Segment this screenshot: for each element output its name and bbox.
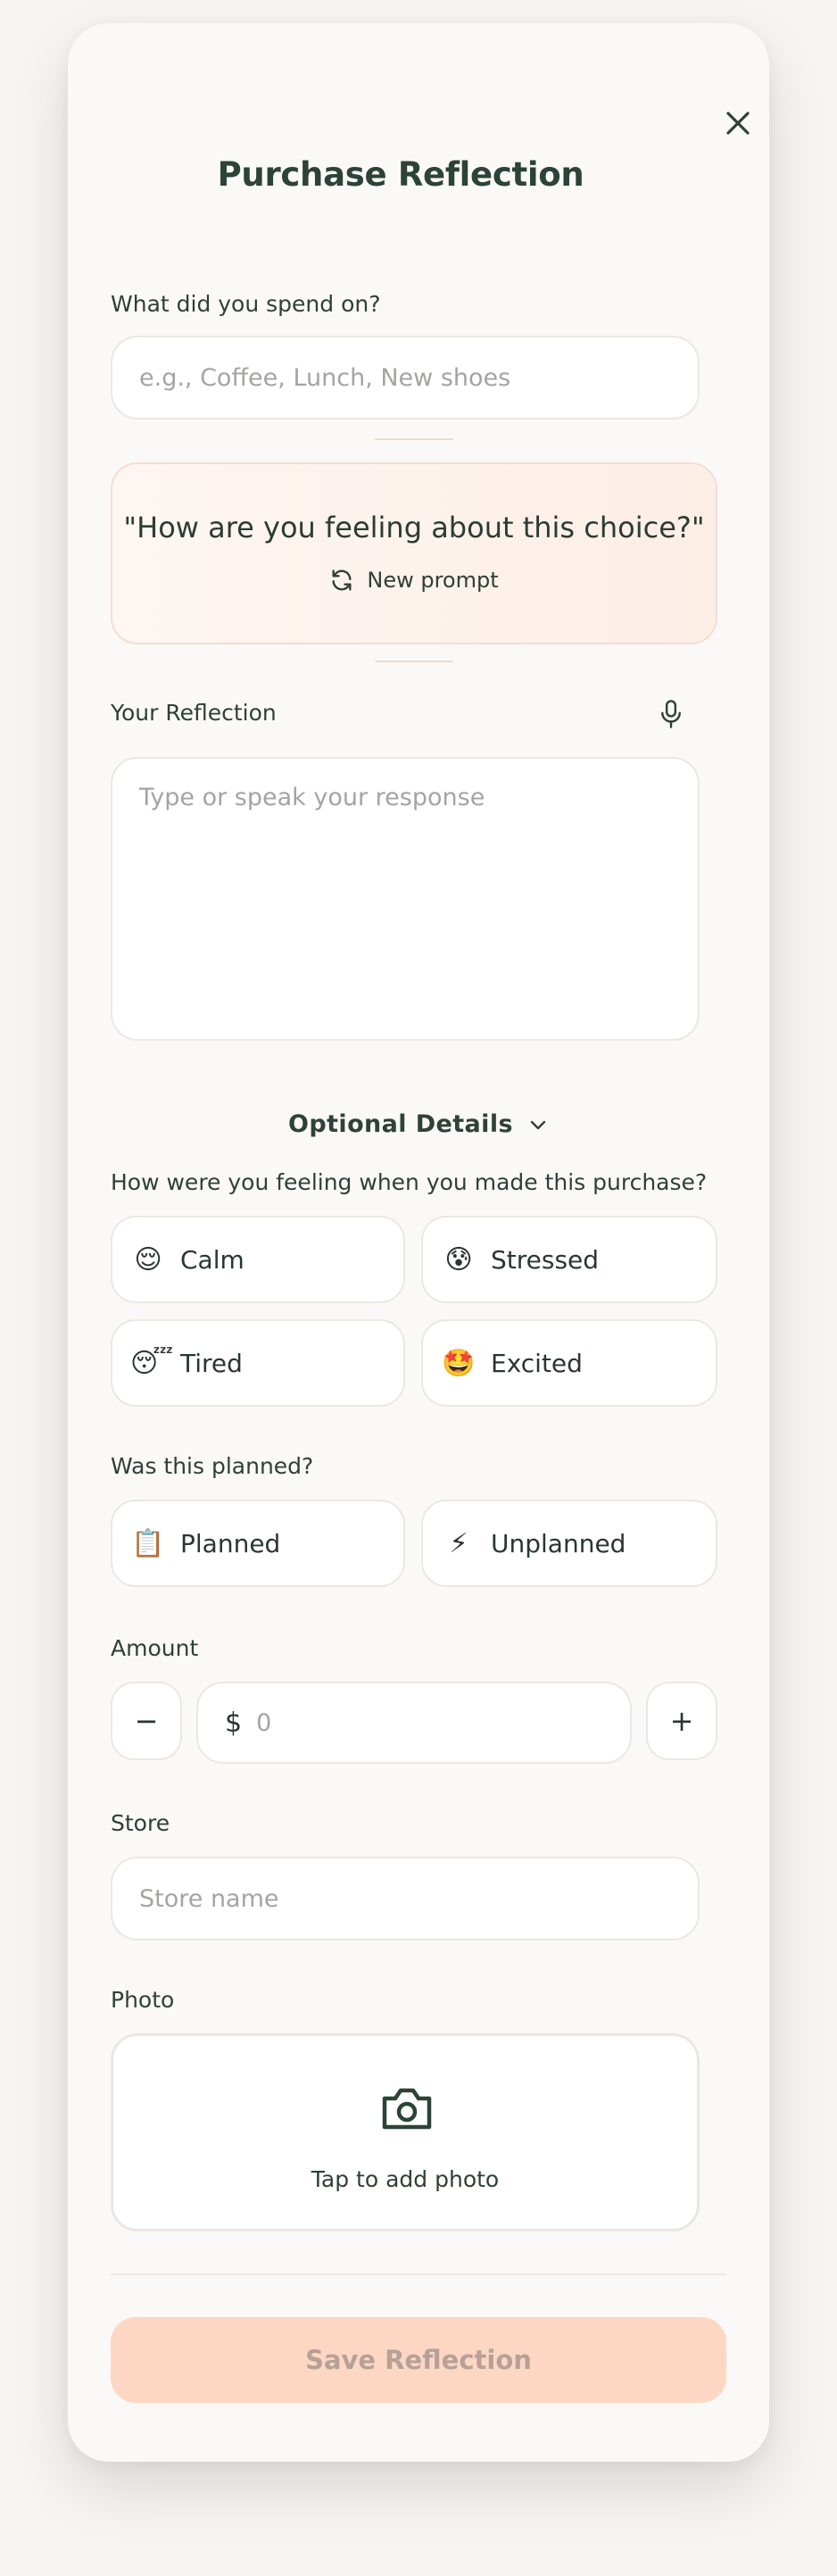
chip-label: Excited <box>491 1348 583 1378</box>
store-placeholder: Store name <box>139 1884 279 1913</box>
tired-emoji-icon: 😴 <box>130 1347 174 1379</box>
close-icon <box>726 112 750 135</box>
stressed-emoji-icon: 😰 <box>444 1243 473 1276</box>
amount-placeholder: 0 <box>256 1708 272 1737</box>
new-prompt-label: New prompt <box>367 568 499 593</box>
chip-label: Calm <box>180 1244 244 1275</box>
chip-label: Tired <box>180 1348 243 1378</box>
prompt-text: "How are you feeling about this choice?" <box>123 511 705 544</box>
chip-label: Unplanned <box>491 1528 626 1558</box>
feeling-chip-tired[interactable]: 😴 Tired <box>111 1319 405 1407</box>
page-title: Purchase Reflection <box>217 155 584 194</box>
chip-label: Stressed <box>491 1244 600 1275</box>
calm-emoji-icon: 😌 <box>134 1243 162 1276</box>
store-input[interactable]: Store name <box>111 1857 700 1940</box>
decrement-button[interactable]: − <box>111 1682 182 1760</box>
lightning-icon: ⚡ <box>449 1527 468 1559</box>
close-button[interactable] <box>713 98 763 148</box>
feeling-chip-stressed[interactable]: 😰 Stressed <box>421 1216 717 1303</box>
reflection-placeholder: Type or speak your response <box>139 784 485 811</box>
feeling-chip-calm[interactable]: 😌 Calm <box>111 1216 405 1303</box>
unplanned-chip[interactable]: ⚡ Unplanned <box>421 1500 717 1587</box>
microphone-button[interactable] <box>651 694 691 734</box>
reflection-label: Your Reflection <box>111 700 277 726</box>
optional-details-label: Optional Details <box>288 1110 513 1138</box>
refresh-icon <box>332 569 352 591</box>
new-prompt-button[interactable]: New prompt <box>112 568 716 593</box>
chip-label: Planned <box>180 1528 281 1558</box>
save-reflection-button[interactable]: Save Reflection <box>111 2317 726 2403</box>
camera-icon <box>382 2088 432 2130</box>
plus-icon: + <box>669 1704 694 1738</box>
amount-label: Amount <box>111 1635 199 1661</box>
spend-input[interactable]: e.g., Coffee, Lunch, New shoes <box>111 336 700 420</box>
divider <box>375 438 453 440</box>
amount-input[interactable]: $ 0 <box>196 1682 632 1764</box>
optional-details-toggle[interactable]: Optional Details <box>68 1110 769 1138</box>
planned-question: Was this planned? <box>111 1453 314 1479</box>
reflection-modal: Purchase Reflection What did you spend o… <box>68 23 769 2462</box>
feeling-question: How were you feeling when you made this … <box>111 1169 708 1195</box>
divider <box>375 661 453 662</box>
chevron-down-icon <box>530 1120 546 1129</box>
clipboard-icon: 📋 <box>131 1527 165 1559</box>
store-label: Store <box>111 1810 170 1836</box>
excited-emoji-icon: 🤩 <box>442 1347 476 1379</box>
microphone-icon <box>661 700 681 728</box>
minus-icon: − <box>134 1704 159 1738</box>
currency-symbol: $ <box>225 1707 243 1739</box>
photo-label: Photo <box>111 1987 175 2013</box>
footer-divider <box>111 2273 726 2275</box>
spend-placeholder: e.g., Coffee, Lunch, New shoes <box>139 363 511 392</box>
photo-cta: Tap to add photo <box>311 2166 500 2192</box>
add-photo-button[interactable]: Tap to add photo <box>111 2033 700 2231</box>
spend-label: What did you spend on? <box>111 291 381 317</box>
reflection-textarea[interactable]: Type or speak your response <box>111 757 700 1041</box>
increment-button[interactable]: + <box>646 1682 717 1760</box>
planned-chip[interactable]: 📋 Planned <box>111 1500 405 1587</box>
prompt-card: "How are you feeling about this choice?"… <box>111 462 717 644</box>
feeling-chip-excited[interactable]: 🤩 Excited <box>421 1319 717 1407</box>
